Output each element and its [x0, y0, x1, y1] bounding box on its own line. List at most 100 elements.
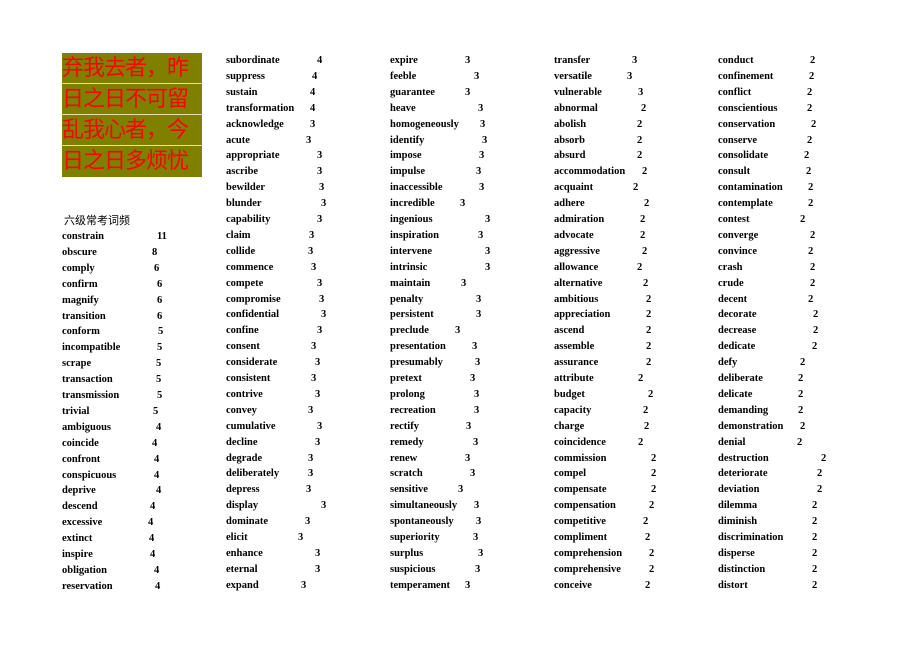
word-text: dedicate	[718, 341, 756, 353]
word-count: 2	[808, 182, 814, 194]
word-count: 2	[637, 134, 643, 146]
word-count: 11	[157, 231, 167, 242]
word-count: 3	[308, 452, 314, 464]
word-count: 3	[474, 70, 480, 82]
word-count: 3	[473, 436, 479, 448]
word-count: 3	[306, 484, 312, 496]
word-count: 3	[476, 516, 482, 528]
word-count: 3	[317, 277, 323, 289]
word-count: 2	[812, 341, 818, 353]
word-text: ambitious	[554, 293, 599, 305]
word-text: comply	[62, 262, 95, 274]
word-text: consolidate	[718, 150, 769, 162]
word-count: 3	[455, 325, 461, 337]
word-text: abolish	[554, 118, 587, 130]
word-count: 3	[311, 373, 317, 384]
word-text: decrease	[718, 325, 757, 337]
word-count: 3	[308, 245, 314, 257]
word-text: abnormal	[554, 102, 598, 114]
word-count: 3	[317, 420, 323, 432]
word-count: 3	[321, 309, 327, 321]
word-text: capacity	[554, 404, 592, 416]
word-text: distinction	[718, 563, 766, 575]
word-count: 3	[482, 134, 488, 146]
poem-line: 弃我去者，昨	[62, 53, 202, 84]
word-count: 2	[643, 404, 649, 416]
word-count: 2	[643, 516, 649, 528]
word-text: recreation	[390, 404, 436, 416]
word-count: 2	[808, 198, 814, 210]
word-text: surplus	[390, 547, 424, 559]
word-text: accommodation	[554, 166, 626, 178]
word-count: 2	[813, 325, 819, 337]
word-count: 3	[309, 229, 315, 241]
word-text: intrinsic	[390, 261, 428, 273]
word-text: renew	[390, 452, 418, 464]
word-text: delicate	[718, 388, 753, 400]
word-text: admiration	[554, 214, 605, 225]
word-text: compensate	[554, 484, 607, 496]
word-count: 3	[465, 452, 471, 464]
word-text: contest	[718, 214, 750, 225]
word-count: 2	[812, 547, 818, 559]
word-text: dilemma	[718, 500, 758, 512]
word-text: ascribe	[226, 166, 259, 178]
word-count: 2	[811, 118, 817, 130]
word-count: 3	[308, 404, 314, 416]
word-count: 4	[155, 580, 161, 592]
word-count: 3	[458, 484, 464, 496]
word-count: 3	[465, 579, 471, 591]
word-text: inaccessible	[390, 182, 443, 194]
word-text: denial	[718, 436, 746, 448]
word-text: heave	[390, 102, 416, 114]
word-count: 2	[640, 214, 646, 225]
word-text: adhere	[554, 198, 585, 210]
word-count: 2	[800, 357, 806, 369]
word-count: 3	[315, 547, 321, 559]
word-text: enhance	[226, 547, 263, 559]
word-count: 3	[315, 388, 321, 400]
word-text: compromise	[226, 293, 281, 305]
word-text: decorate	[718, 309, 757, 321]
word-count: 2	[817, 484, 823, 496]
word-count: 2	[638, 373, 644, 384]
word-text: converge	[718, 229, 759, 241]
word-count: 3	[479, 182, 485, 194]
word-count: 3	[321, 198, 327, 210]
word-count: 2	[637, 261, 643, 273]
word-count: 2	[807, 86, 813, 98]
word-count: 3	[461, 277, 467, 289]
word-count: 3	[476, 166, 482, 178]
word-count: 2	[810, 277, 816, 289]
word-count: 5	[156, 374, 162, 386]
word-count: 3	[466, 420, 472, 432]
word-count: 4	[154, 469, 160, 481]
word-text: blunder	[226, 198, 262, 210]
word-text: crash	[718, 261, 743, 273]
word-text: expand	[226, 579, 259, 591]
word-count: 2	[637, 118, 643, 130]
word-count: 2	[812, 516, 818, 528]
word-count: 6	[157, 294, 163, 306]
word-count: 3	[308, 468, 314, 480]
word-text: discrimination	[718, 532, 784, 543]
word-count: 3	[465, 86, 471, 98]
word-count: 2	[809, 70, 815, 82]
word-text: compete	[226, 277, 264, 289]
word-count: 4	[156, 485, 162, 497]
word-count: 3	[470, 468, 476, 480]
word-count: 3	[479, 150, 485, 162]
word-text: incredible	[390, 198, 435, 210]
word-count: 3	[315, 436, 321, 448]
word-text: deliberate	[718, 373, 763, 384]
word-count: 3	[474, 404, 480, 416]
word-count: 3	[319, 182, 325, 194]
word-text: charge	[554, 420, 585, 432]
word-text: eternal	[226, 563, 258, 575]
word-text: comprehensive	[554, 563, 621, 575]
word-text: conserve	[718, 134, 758, 146]
word-text: subordinate	[226, 55, 280, 66]
word-text: spontaneously	[390, 516, 454, 528]
word-count: 3	[474, 500, 480, 512]
word-count: 2	[798, 388, 804, 400]
